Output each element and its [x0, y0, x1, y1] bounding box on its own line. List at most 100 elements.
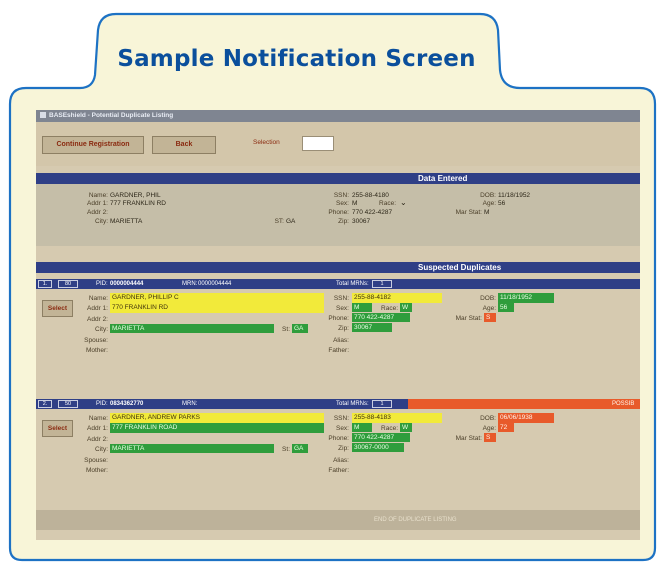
d2-father-label: Father: [328, 467, 349, 474]
entered-addr1: 777 FRANKLIN RD [110, 200, 166, 207]
window-title: BASEshield - Potential Duplicate Listing [49, 112, 174, 119]
entered-st: GA [286, 218, 296, 225]
pid-label-2: PID: [96, 401, 108, 407]
selection-input[interactable] [302, 136, 334, 151]
entered-dob: 11/18/1952 [498, 192, 531, 199]
entered-sex-label: Sex: [335, 200, 349, 207]
back-button[interactable]: Back [152, 136, 216, 154]
entered-phone: 770 422-4287 [352, 209, 393, 216]
duplicate-1-marstat: S [484, 313, 496, 322]
entered-zip-label: Zip: [338, 218, 349, 225]
duplicate-2-addr1: 777 FRANKLIN ROAD [110, 423, 324, 433]
duplicate-1-addr1: 770 FRANKLIN RD [110, 303, 324, 313]
page-title: Sample Notification Screen [117, 46, 476, 72]
d1-race-label: Race: [381, 305, 398, 312]
d2-name-label: Name: [88, 415, 108, 422]
duplicate-2-phone: 770 422-4287 [352, 433, 410, 442]
entered-name-label: Name: [88, 192, 108, 199]
duplicate-1-phone: 770 422-4287 [352, 313, 410, 322]
d1-sex-label: Sex: [335, 305, 349, 312]
entered-city: MARIETTA [110, 218, 143, 225]
duplicate-1-total-mrns: 1 [372, 280, 392, 288]
d1-dob-label: DOB: [480, 295, 496, 302]
d1-father-label: Father: [328, 347, 349, 354]
d2-zip-label: Zip: [338, 445, 349, 452]
duplicate-2-status: POSSIB [612, 401, 635, 407]
entered-marstat: M [484, 209, 490, 216]
mrn-label-2: MRN: [182, 401, 198, 407]
d2-ssn-label: SSN: [333, 415, 349, 422]
duplicate-2-marstat: S [484, 433, 496, 442]
total-mrns-label-2: Total MRNs: [336, 401, 369, 407]
d2-addr1-label: Addr 1: [87, 425, 108, 432]
duplicate-1-race: W [400, 303, 412, 312]
d2-addr2-label: Addr 2: [87, 436, 108, 443]
duplicate-2-name: GARDNER, ANDREW PARKS [110, 413, 324, 423]
entered-race-label: Race: [379, 200, 396, 207]
race-dropdown-icon[interactable]: ⌄ [400, 198, 407, 207]
data-entered-title: Data Entered [418, 174, 468, 183]
total-mrns-label: Total MRNs: [336, 281, 369, 287]
mrn-label: MRN: [182, 281, 198, 287]
duplicate-2-pid: 0834362770 [110, 401, 144, 407]
d2-age-label: Age: [482, 425, 496, 432]
selection-label: Selection [253, 139, 280, 146]
duplicate-2-header: 2. 50 PID: 0834362770 MRN: Total MRNs: 1… [36, 399, 640, 409]
duplicate-1-st: GA [292, 324, 308, 333]
duplicate-2-ssn: 255-88-4183 [352, 413, 442, 423]
possible-status-bar [408, 399, 640, 409]
duplicate-1-score: 80 [58, 280, 78, 288]
suspected-duplicates-band: Suspected Duplicates [36, 262, 640, 273]
duplicate-1-city: MARIETTA [110, 324, 274, 333]
duplicate-2-sex: M [352, 423, 372, 432]
entered-city-label: City: [95, 218, 108, 225]
d1-addr2-label: Addr 2: [87, 316, 108, 323]
duplicate-1-pid: 0000004444 [110, 281, 144, 287]
d2-phone-label: Phone: [328, 435, 349, 442]
listing-footer: END OF DUPLICATE LISTING [36, 510, 640, 530]
entered-phone-label: Phone: [328, 209, 349, 216]
d1-city-label: City: [95, 326, 108, 333]
duplicate-1-zip: 30067 [352, 323, 392, 332]
d1-marstat-label: Mar Stat: [455, 315, 482, 322]
app-screenshot: BASEshield - Potential Duplicate Listing… [36, 110, 640, 540]
d2-spouse-label: Spouse: [84, 457, 108, 464]
select-duplicate-2-button[interactable]: Select [42, 420, 73, 437]
suspected-duplicates-title: Suspected Duplicates [418, 263, 502, 272]
duplicate-1-header: 1. 80 PID: 0000004444 MRN: 0000004444 To… [36, 279, 640, 289]
toolbar: Continue Registration Back Selection [36, 122, 640, 166]
entered-addr1-label: Addr 1: [87, 200, 108, 207]
entered-age: 56 [498, 200, 506, 207]
duplicate-1-name: GARDNER, PHILLIP C [110, 293, 324, 303]
duplicate-2-dob: 06/06/1938 [498, 413, 554, 423]
select-duplicate-1-button[interactable]: Select [42, 300, 73, 317]
duplicate-2-race: W [400, 423, 412, 432]
d2-race-label: Race: [381, 425, 398, 432]
entered-age-label: Age: [482, 200, 496, 207]
entered-marstat-label: Mar Stat: [455, 209, 482, 216]
duplicate-1-dob: 11/18/1952 [498, 293, 554, 303]
d1-alias-label: Alias: [333, 337, 349, 344]
d2-marstat-label: Mar Stat: [455, 435, 482, 442]
d1-spouse-label: Spouse: [84, 337, 108, 344]
duplicate-2-index: 2. [38, 400, 52, 408]
duplicate-2-st: GA [292, 444, 308, 453]
d1-mother-label: Mother: [85, 347, 108, 354]
continue-registration-button[interactable]: Continue Registration [42, 136, 144, 154]
d1-st-label: St: [282, 326, 290, 333]
duplicate-1-age: 56 [498, 303, 514, 312]
entered-st-label: ST: [274, 218, 284, 225]
window-titlebar: BASEshield - Potential Duplicate Listing [36, 110, 640, 122]
entered-name: GARDNER, PHIL [110, 192, 161, 199]
d1-addr1-label: Addr 1: [87, 305, 108, 312]
data-entered-panel: Name: GARDNER, PHIL Addr 1: 777 FRANKLIN… [36, 184, 640, 246]
duplicate-2-score: 50 [58, 400, 78, 408]
d2-mother-label: Mother: [85, 467, 108, 474]
entered-sex: M [352, 200, 358, 207]
app-icon [40, 112, 46, 119]
entered-dob-label: DOB: [480, 192, 496, 199]
d2-st-label: St: [282, 446, 290, 453]
footer-text: END OF DUPLICATE LISTING [374, 517, 457, 523]
d2-city-label: City: [95, 446, 108, 453]
duplicate-2-city: MARIETTA [110, 444, 274, 453]
